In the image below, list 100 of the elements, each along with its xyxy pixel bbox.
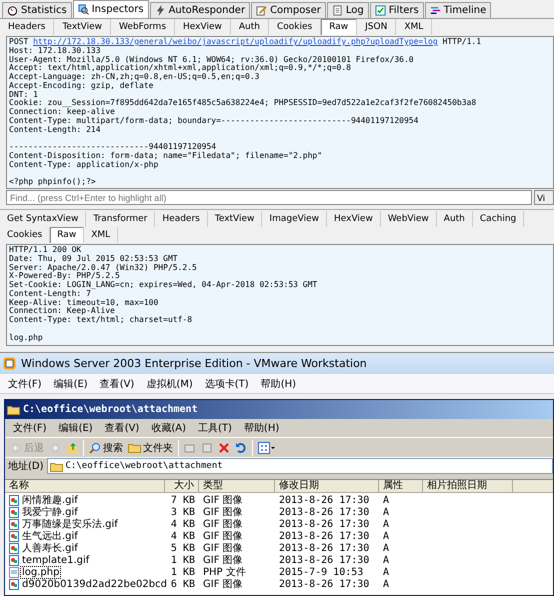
column-header[interactable]: 相片拍照日期 [423, 480, 513, 492]
forward-button[interactable] [49, 442, 61, 454]
table-cell-text: A [382, 566, 390, 578]
window-title: Windows Server 2003 Enterprise Edition - VMware Workstation [21, 357, 367, 370]
column-header[interactable]: 大小 [165, 480, 199, 492]
tab[interactable]: Raw [50, 227, 84, 243]
tab[interactable]: WebForms [111, 19, 176, 35]
table-cell-text: 2013-8-26 17:30 [278, 506, 370, 518]
folder-icon [128, 442, 141, 453]
table-cell-text: GIF 图像 [202, 518, 244, 531]
copy-to-button[interactable] [201, 442, 213, 454]
header-line: Connection: Keep-Alive [9, 307, 115, 316]
file-name[interactable]: 人善寿长.gif [21, 541, 79, 555]
undo-button[interactable] [235, 442, 247, 454]
column-header[interactable]: 类型 [199, 480, 275, 492]
tab[interactable]: HexView [175, 19, 231, 35]
tab[interactable]: ImageView [262, 211, 327, 227]
find-field[interactable]: Find... (press Ctrl+Enter to highlight all) [6, 190, 532, 205]
menu-item[interactable]: 查看(V) [100, 376, 134, 390]
table-cell-text: GIF 图像 [202, 542, 244, 555]
table-cell-text: 4 KB [170, 530, 196, 542]
delete-button[interactable] [218, 442, 230, 454]
search-button[interactable]: 搜索 [89, 440, 123, 454]
tab[interactable]: TextView [54, 19, 112, 35]
tab[interactable]: Auth [436, 211, 473, 227]
table-cell-text: GIF 图像 [202, 494, 244, 507]
request-line: POST http://172.18.30.133/general/weibo/javascript/uploadify/uploadify.php?uploadType=log HTTP/1.1 [9, 38, 482, 47]
tab[interactable]: Composer [251, 2, 326, 18]
image-file-icon [9, 518, 19, 530]
move-to-button[interactable] [184, 442, 196, 454]
menu-item[interactable]: 帮助(H) [244, 421, 280, 435]
view-button[interactable]: Vi [534, 190, 554, 205]
file-name[interactable]: template1.gif [21, 554, 90, 566]
column-header[interactable]: 名称 [5, 480, 165, 492]
url-link[interactable]: http://172.18.30.133/general/weibo/javascript/uploadify/uploadify.php?uploadType=log [33, 37, 438, 46]
tab[interactable]: TextView [208, 211, 262, 227]
tab[interactable]: AutoResponder [150, 2, 250, 18]
table-cell-text: A [382, 530, 390, 542]
tab[interactable]: Timeline [424, 2, 492, 18]
menu-item[interactable]: 帮助(H) [260, 376, 296, 390]
table-cell-text: 1 KB [170, 554, 196, 566]
body-line: <?php phpinfo();?> [9, 178, 97, 187]
tab[interactable]: Statistics [2, 2, 72, 18]
table-cell-text: GIF 图像 [202, 578, 244, 591]
tab[interactable]: Filters [370, 2, 424, 18]
menu-item[interactable]: 查看(V) [104, 421, 140, 435]
tab[interactable]: XML [396, 19, 432, 35]
menu-item[interactable]: 编辑(E) [54, 376, 88, 390]
file-name[interactable]: 我爱宁静.gif [21, 505, 79, 519]
header-line: Date: Thu, 09 Jul 2015 02:53:53 GMT [9, 254, 179, 263]
file-name[interactable]: 生气远出.gif [21, 529, 79, 543]
image-file-icon [9, 506, 19, 518]
body-line: log.php [9, 334, 44, 342]
column-header[interactable]: 修改日期 [275, 480, 379, 492]
image-file-icon [9, 530, 19, 542]
pencil-note-icon [256, 5, 268, 16]
menu-item[interactable]: 文件(F) [13, 421, 47, 435]
image-file-icon [9, 554, 19, 566]
tab[interactable]: JSON [357, 19, 396, 35]
tab[interactable]: Caching [472, 211, 524, 227]
menu-item[interactable]: 虚拟机(M) [146, 376, 193, 390]
table-cell-text: PHP 文件 [202, 566, 247, 579]
table-cell-text: 2013-8-26 17:30 [278, 494, 370, 506]
menu-item[interactable]: 编辑(E) [58, 421, 93, 435]
tab[interactable]: XML [84, 227, 118, 243]
address-field[interactable]: C:\eoffice\webroot\attachment [46, 458, 553, 474]
up-folder-button[interactable] [66, 442, 78, 454]
file-name[interactable]: 万事随缘是安乐法.gif [21, 517, 119, 531]
views-button[interactable] [258, 442, 276, 454]
tab[interactable]: Transformer [86, 211, 156, 227]
tab[interactable]: Raw [321, 19, 358, 35]
file-name[interactable]: d9020b0139d2ad22be02bcd [21, 578, 168, 590]
tab[interactable]: Headers [0, 19, 54, 35]
tab[interactable]: Log [326, 2, 369, 18]
menu-item[interactable]: 文件(F) [8, 376, 42, 390]
header-line: Content-Type: multipart/form-data; boundary=---------------------------94401197120954 [9, 116, 420, 126]
body-line: Content-Type: application/x-php [9, 160, 160, 170]
column-header[interactable]: 属性 [379, 480, 423, 492]
table-cell-text: 5 KB [170, 542, 196, 554]
table-cell-text: A [382, 578, 390, 590]
table-cell-text: 7 KB [170, 494, 196, 506]
tab[interactable]: WebView [380, 211, 437, 227]
table-cell-text: GIF 图像 [202, 554, 244, 566]
header-line: Content-Length: 214 [9, 126, 101, 134]
tab[interactable]: Inspectors [72, 0, 149, 18]
menu-item[interactable]: 选项卡(T) [204, 376, 249, 390]
table-cell-text: 6 KB [170, 578, 196, 590]
tab[interactable]: Auth [230, 19, 269, 35]
menu-item[interactable]: 收藏(A) [151, 421, 186, 435]
tab[interactable]: HexView [326, 211, 381, 227]
tab[interactable]: Headers [155, 211, 208, 227]
folder-icon [50, 460, 63, 472]
menu-item[interactable]: 工具(T) [198, 421, 232, 435]
file-name[interactable]: 闲情雅趣.gif [21, 493, 79, 507]
document-icon [332, 5, 343, 16]
folders-button[interactable]: 文件夹 [128, 440, 173, 454]
magnifier-icon [78, 4, 89, 15]
header-line: Accept-Encoding: gzip, deflate [9, 82, 154, 90]
file-name[interactable]: log.php [21, 566, 60, 578]
header-line: User-Agent: Mozilla/5.0 (Windows NT 6.1; WOW64; rv:36.0) Gecko/20100101 Firefox/36.0 [9, 56, 415, 64]
